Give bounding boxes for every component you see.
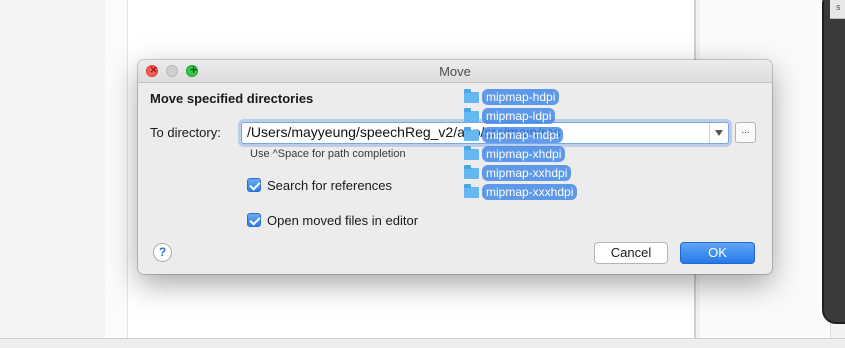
- dragged-item-label: mipmap-xxxhdpi: [482, 184, 578, 200]
- folder-icon: [464, 165, 479, 179]
- search-references-label[interactable]: Search for references: [267, 178, 392, 193]
- to-directory-label: To directory:: [150, 125, 221, 140]
- open-moved-files-label[interactable]: Open moved files in editor: [267, 213, 418, 228]
- ide-project-panel: [0, 0, 106, 347]
- folder-icon: [464, 127, 479, 141]
- device-preview-frame: [822, 0, 845, 324]
- dragged-item-label: mipmap-xhdpi: [482, 146, 566, 162]
- dragged-item-label: mipmap-mdpi: [482, 127, 563, 143]
- dialog-titlebar[interactable]: Move: [138, 60, 772, 83]
- dragged-item-label: mipmap-xxhdpi: [482, 165, 572, 181]
- open-moved-files-checkbox[interactable]: [247, 213, 261, 227]
- ide-gutter: [105, 0, 128, 347]
- folder-icon: [464, 108, 479, 122]
- folder-icon: [464, 184, 479, 198]
- device-preview-label: s: [836, 2, 841, 12]
- help-button[interactable]: ?: [153, 243, 172, 262]
- path-completion-hint: Use ^Space for path completion: [250, 148, 406, 160]
- cancel-button[interactable]: Cancel: [594, 242, 668, 264]
- chevron-down-icon[interactable]: [709, 123, 728, 143]
- dialog-title: Move: [439, 64, 471, 79]
- dialog-heading: Move specified directories: [150, 91, 314, 106]
- dragged-item-label: mipmap-ldpi: [482, 108, 556, 124]
- folder-icon: [464, 89, 479, 103]
- ok-button[interactable]: OK: [680, 242, 755, 264]
- dragged-item-label: mipmap-hdpi: [482, 89, 560, 105]
- browse-button[interactable]: ...: [735, 122, 756, 143]
- search-references-checkbox[interactable]: [247, 178, 261, 192]
- folder-icon: [464, 146, 479, 160]
- move-dialog: Move Move specified directories To direc…: [138, 60, 772, 274]
